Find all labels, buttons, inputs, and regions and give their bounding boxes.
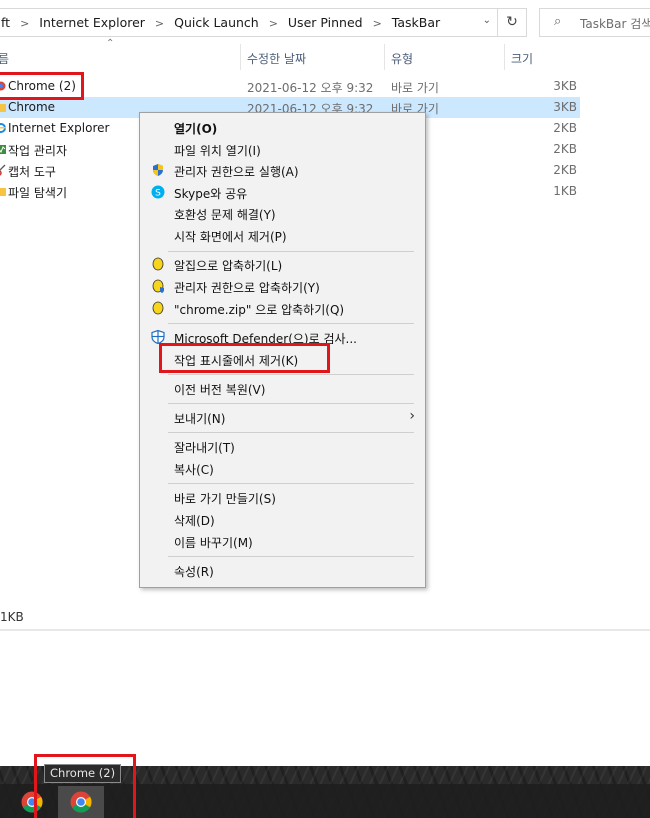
address-bar[interactable]: ft > Internet Explorer > Quick Launch > … bbox=[0, 8, 498, 37]
file-size: 2KB bbox=[553, 121, 577, 135]
breadcrumb-separator: > bbox=[268, 17, 278, 30]
menu-separator bbox=[168, 556, 414, 557]
address-bar-area: ft > Internet Explorer > Quick Launch > … bbox=[0, 0, 650, 44]
menu-item-label: 관리자 권한으로 압축하기(Y) bbox=[174, 281, 320, 295]
menu-item-label: 잘라내기(T) bbox=[174, 441, 235, 455]
file-row[interactable]: Chrome (2) 2021-06-12 오후 9:32 바로 가기 3KB bbox=[0, 76, 580, 97]
menu-separator bbox=[168, 403, 414, 404]
column-divider[interactable] bbox=[240, 44, 241, 70]
chevron-down-icon[interactable]: ⌄ bbox=[483, 15, 491, 26]
menu-item-send-to[interactable]: 보내기(N) › bbox=[140, 406, 425, 428]
menu-item-label: Skype와 공유 bbox=[174, 187, 248, 201]
menu-item-label: 이전 버전 복원(V) bbox=[174, 383, 266, 397]
menu-item-label: 삭제(D) bbox=[174, 514, 215, 528]
menu-item-label: 속성(R) bbox=[174, 565, 214, 579]
snipping-tool-icon bbox=[0, 164, 6, 176]
file-date: 2021-06-12 오후 9:32 bbox=[247, 81, 374, 95]
breadcrumb-item[interactable]: ft bbox=[1, 15, 10, 30]
menu-item-cut[interactable]: 잘라내기(T) bbox=[140, 435, 425, 457]
highlight-box bbox=[0, 72, 84, 100]
file-name: 파일 탐색기 bbox=[8, 186, 68, 200]
alzip-icon bbox=[152, 301, 164, 315]
column-header-type[interactable]: 유형 bbox=[391, 50, 413, 67]
search-input[interactable]: ⌕ TaskBar 검색 bbox=[539, 8, 650, 37]
menu-item-label: 호환성 문제 해결(Y) bbox=[174, 208, 276, 222]
menu-item-alzip-admin[interactable]: 관리자 권한으로 압축하기(Y) bbox=[140, 275, 425, 297]
column-divider[interactable] bbox=[384, 44, 385, 70]
menu-item-rename[interactable]: 이름 바꾸기(M) bbox=[140, 530, 425, 552]
breadcrumb-separator: > bbox=[154, 17, 165, 30]
menu-item-alzip-compress[interactable]: 알집으로 압축하기(L) bbox=[140, 253, 425, 275]
menu-item-troubleshoot-compat[interactable]: 호환성 문제 해결(Y) bbox=[140, 202, 425, 224]
file-name: 작업 관리자 bbox=[8, 144, 68, 158]
task-manager-icon bbox=[0, 145, 6, 154]
column-header-size[interactable]: 크기 bbox=[511, 50, 533, 67]
menu-item-label: 이름 바꾸기(M) bbox=[174, 536, 253, 550]
file-type: 바로 가기 bbox=[391, 81, 439, 95]
menu-item-properties[interactable]: 속성(R) bbox=[140, 559, 425, 581]
skype-icon: S bbox=[151, 185, 165, 199]
file-size: 2KB bbox=[553, 142, 577, 156]
highlight-box bbox=[34, 754, 136, 818]
menu-item-label: "chrome.zip" 으로 압축하기(Q) bbox=[174, 303, 345, 317]
sort-ascending-icon: ⌃ bbox=[106, 38, 115, 49]
file-size: 2KB bbox=[553, 163, 577, 177]
menu-item-delete[interactable]: 삭제(D) bbox=[140, 508, 425, 530]
chevron-right-icon: › bbox=[409, 408, 415, 424]
menu-item-unpin-start[interactable]: 시작 화면에서 제거(P) bbox=[140, 224, 425, 246]
menu-separator bbox=[168, 374, 414, 375]
window-bottom-edge bbox=[0, 629, 650, 631]
breadcrumb: ft > Internet Explorer > Quick Launch > … bbox=[1, 15, 440, 30]
menu-item-label: 파일 위치 열기(I) bbox=[174, 144, 261, 158]
menu-item-restore-previous[interactable]: 이전 버전 복원(V) bbox=[140, 377, 425, 399]
menu-item-open-file-location[interactable]: 파일 위치 열기(I) bbox=[140, 138, 425, 160]
svg-text:S: S bbox=[155, 189, 161, 199]
menu-item-run-as-admin[interactable]: 관리자 권한으로 실행(A) bbox=[140, 159, 425, 181]
menu-item-label: 관리자 권한으로 실행(A) bbox=[174, 165, 299, 179]
menu-item-label: 시작 화면에서 제거(P) bbox=[174, 230, 287, 244]
refresh-icon[interactable]: ↻ bbox=[498, 8, 527, 37]
alzip-admin-icon bbox=[152, 279, 164, 293]
breadcrumb-item[interactable]: User Pinned bbox=[288, 15, 363, 30]
uac-shield-icon bbox=[153, 164, 163, 176]
file-size: 1KB bbox=[553, 184, 577, 198]
file-name: 캡처 도구 bbox=[8, 165, 56, 179]
defender-icon bbox=[151, 330, 165, 344]
menu-item-share-skype[interactable]: S Skype와 공유 bbox=[140, 181, 425, 203]
menu-item-label: 알집으로 압축하기(L) bbox=[174, 259, 283, 273]
menu-item-compress-chrome-zip[interactable]: "chrome.zip" 으로 압축하기(Q) bbox=[140, 297, 425, 319]
menu-separator bbox=[168, 323, 414, 324]
ie-icon bbox=[0, 123, 6, 133]
search-placeholder: TaskBar 검색 bbox=[580, 17, 650, 31]
file-size: 3KB bbox=[553, 79, 577, 93]
file-name: Internet Explorer bbox=[8, 121, 110, 135]
highlight-box bbox=[159, 343, 330, 373]
column-header-date[interactable]: 수정한 날짜 bbox=[247, 50, 306, 67]
menu-item-label: 바로 가기 만들기(S) bbox=[174, 492, 276, 506]
menu-separator bbox=[168, 432, 414, 433]
column-headers: 름 수정한 날짜 유형 크기 bbox=[0, 44, 650, 70]
folder-icon bbox=[0, 188, 6, 196]
breadcrumb-item[interactable]: TaskBar bbox=[392, 15, 440, 30]
menu-item-open[interactable]: 열기(O) bbox=[140, 116, 425, 138]
menu-separator bbox=[168, 483, 414, 484]
menu-separator bbox=[168, 251, 414, 252]
file-name: Chrome bbox=[8, 100, 56, 114]
column-divider[interactable] bbox=[504, 44, 505, 70]
menu-item-copy[interactable]: 복사(C) bbox=[140, 457, 425, 479]
folder-icon bbox=[0, 104, 6, 112]
menu-item-label: 보내기(N) bbox=[174, 412, 226, 426]
alzip-icon bbox=[152, 257, 164, 271]
menu-item-label: 열기(O) bbox=[174, 122, 218, 136]
menu-item-label: 복사(C) bbox=[174, 463, 214, 477]
breadcrumb-separator: > bbox=[20, 17, 30, 30]
breadcrumb-separator: > bbox=[372, 17, 382, 30]
status-bar-size: 1KB bbox=[0, 610, 24, 624]
breadcrumb-item[interactable]: Quick Launch bbox=[174, 15, 259, 30]
menu-item-create-shortcut[interactable]: 바로 가기 만들기(S) bbox=[140, 486, 425, 508]
file-size: 3KB bbox=[553, 100, 577, 114]
search-icon: ⌕ bbox=[554, 14, 562, 29]
breadcrumb-item[interactable]: Internet Explorer bbox=[39, 15, 145, 30]
column-header-name[interactable]: 름 bbox=[0, 50, 9, 67]
